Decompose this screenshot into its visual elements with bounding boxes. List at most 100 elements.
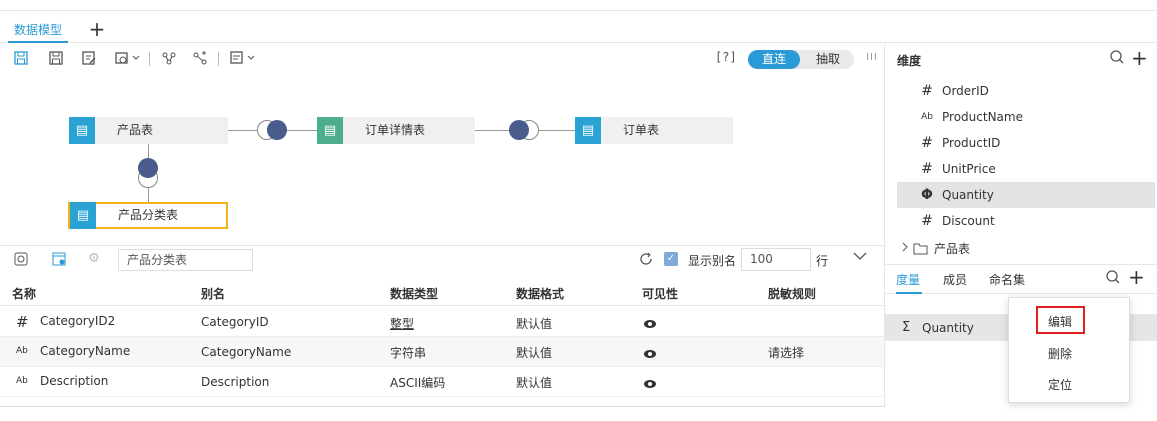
save-icon[interactable]: [12, 50, 30, 68]
menu-item-locate[interactable]: 定位: [1048, 376, 1072, 393]
table-icon: ▤: [70, 202, 96, 229]
join-icon[interactable]: [137, 156, 159, 190]
settings-dropdown-icon[interactable]: [113, 50, 143, 68]
text-type-icon: Ab: [16, 376, 28, 386]
divider: [0, 406, 884, 407]
column-header[interactable]: 可见性: [642, 285, 678, 302]
field-alias[interactable]: Description: [201, 375, 269, 389]
folder-item[interactable]: 产品表: [897, 236, 1155, 262]
join-icon[interactable]: [256, 119, 290, 141]
dimension-field[interactable]: # UnitPrice: [897, 156, 1155, 182]
help-button[interactable]: [?]: [715, 50, 737, 64]
field-name: CategoryName: [40, 344, 131, 358]
search-icon[interactable]: [1109, 49, 1125, 69]
dimension-field[interactable]: # Discount: [897, 208, 1155, 234]
column-header[interactable]: 别名: [201, 285, 225, 302]
field-name: OrderID: [942, 84, 989, 98]
table-row[interactable]: [0, 307, 884, 337]
table-icon: ▤: [69, 117, 95, 144]
field-alias[interactable]: CategoryName: [201, 345, 291, 359]
save-as-icon[interactable]: [47, 50, 65, 68]
field-name: Discount: [942, 214, 995, 228]
dimension-field[interactable]: # OrderID: [897, 78, 1155, 104]
field-name: CategoryID2: [40, 314, 116, 328]
number-type-icon: #: [16, 313, 29, 331]
mode-direct-button[interactable]: 直连: [748, 50, 800, 69]
highlight-box: [1036, 306, 1085, 334]
table-search-input[interactable]: 产品分类表: [118, 249, 253, 271]
add-icon[interactable]: +: [1131, 46, 1148, 70]
table-node-products[interactable]: ▤ 产品表: [69, 117, 228, 144]
join-icon[interactable]: [506, 119, 540, 141]
tab-members[interactable]: 成员: [943, 271, 967, 288]
field-name: ProductID: [942, 136, 1001, 150]
panel-toggle-icon[interactable]: III: [866, 52, 878, 63]
table-node-orders[interactable]: ▤ 订单表: [575, 117, 733, 144]
data-format-select[interactable]: 默认值: [516, 374, 552, 391]
mode-extract-button[interactable]: 抽取: [804, 50, 852, 69]
edit-doc-icon[interactable]: [80, 50, 98, 68]
refresh-icon[interactable]: [638, 251, 654, 267]
table-node-order-details[interactable]: ▤ 订单详情表: [317, 117, 475, 144]
data-type-select[interactable]: 整型: [390, 315, 414, 332]
node-label: 产品分类表: [118, 208, 179, 222]
row-count-input[interactable]: 100: [741, 248, 811, 271]
column-header[interactable]: 脱敏规则: [768, 285, 816, 302]
data-type-select[interactable]: ASCII编码: [390, 374, 445, 391]
relation-icon[interactable]: [160, 50, 178, 68]
field-table-header: [0, 277, 884, 306]
table-icon: ▤: [317, 117, 343, 144]
eye-icon[interactable]: [644, 320, 656, 328]
tab-named-sets[interactable]: 命名集: [989, 271, 1025, 288]
dimension-field-selected[interactable]: Φ Quantity: [897, 182, 1155, 208]
table-node-product-categories[interactable]: ▤ 产品分类表: [68, 202, 228, 229]
mask-rule-select[interactable]: 请选择: [768, 344, 804, 361]
column-header[interactable]: 数据格式: [516, 285, 564, 302]
text-type-icon: Ab: [16, 346, 28, 356]
node-label: 订单表: [623, 123, 660, 137]
show-alias-checkbox[interactable]: ✓: [664, 252, 678, 266]
auto-relation-icon[interactable]: [191, 50, 209, 68]
dimension-field[interactable]: Ab ProductName: [897, 104, 1155, 130]
table-row[interactable]: [0, 337, 884, 367]
search-icon[interactable]: [1105, 269, 1121, 289]
number-type-icon: #: [921, 213, 933, 229]
field-alias[interactable]: CategoryID: [201, 315, 269, 329]
column-header[interactable]: 数据类型: [390, 285, 438, 302]
data-format-select[interactable]: 默认值: [516, 344, 552, 361]
preview-icon[interactable]: [13, 251, 29, 267]
field-name: UnitPrice: [942, 162, 996, 176]
dimension-field[interactable]: # ProductID: [897, 130, 1155, 156]
tab-measure[interactable]: 度量: [896, 271, 920, 288]
folder-name: 产品表: [934, 242, 971, 256]
show-alias-label: 显示别名: [688, 254, 737, 268]
sum-icon: Σ: [902, 320, 911, 335]
gear-icon[interactable]: ⚙: [86, 251, 102, 267]
tab-data-model[interactable]: 数据模型: [8, 17, 69, 43]
table-settings-icon[interactable]: [51, 251, 67, 267]
number-type-icon: #: [921, 135, 933, 151]
dimension-title: 维度: [897, 54, 922, 68]
add-tab-button[interactable]: +: [88, 16, 106, 42]
data-format-select[interactable]: 默认值: [516, 315, 552, 332]
chevron-right-icon: [901, 241, 909, 256]
add-icon[interactable]: +: [1128, 265, 1145, 289]
eye-icon[interactable]: [644, 350, 656, 358]
text-type-icon: Ab: [921, 112, 933, 122]
column-header[interactable]: 名称: [12, 285, 36, 302]
row-unit-label: 行: [816, 254, 829, 268]
folder-icon: [913, 242, 928, 258]
field-name: Description: [40, 374, 109, 388]
menu-item-delete[interactable]: 删除: [1048, 345, 1072, 362]
toolbar-separator: [149, 52, 150, 66]
node-label: 订单详情表: [365, 123, 426, 137]
table-icon: ▤: [575, 117, 601, 144]
chevron-down-icon[interactable]: [852, 250, 868, 266]
measure-name: Quantity: [922, 321, 974, 335]
tab-underline: [896, 292, 922, 294]
field-name: ProductName: [942, 110, 1023, 124]
eye-icon[interactable]: [644, 380, 656, 388]
data-type-select[interactable]: 字符串: [390, 344, 426, 361]
node-label: 产品表: [117, 123, 154, 137]
preview-dropdown-icon[interactable]: [228, 50, 258, 68]
